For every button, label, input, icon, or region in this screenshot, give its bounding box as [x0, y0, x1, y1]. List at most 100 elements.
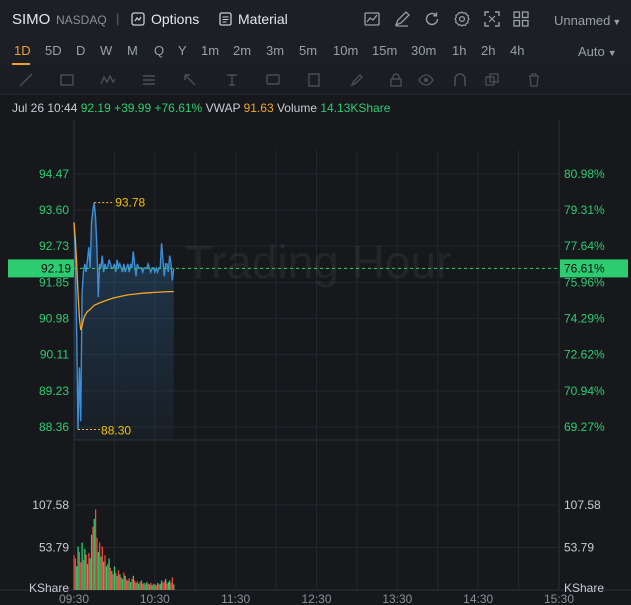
- volume-bar: [129, 582, 132, 590]
- layout-selector[interactable]: Unnamed ▼: [554, 13, 621, 28]
- period-tab-m[interactable]: M: [127, 43, 138, 58]
- volume-bar: [104, 555, 106, 590]
- volume-bar: [77, 546, 79, 590]
- options-icon: [131, 12, 145, 26]
- caret-down-icon: ▼: [612, 17, 622, 27]
- text-tool-icon[interactable]: [224, 72, 240, 88]
- material-icon: [219, 12, 232, 26]
- material-button[interactable]: Material: [219, 11, 288, 27]
- trash-icon[interactable]: [526, 72, 542, 88]
- draw-icon[interactable]: [393, 10, 411, 28]
- fullscreen-icon[interactable]: [483, 10, 501, 28]
- volume-bar: [98, 542, 101, 590]
- toolbar-divider: |: [116, 11, 120, 26]
- volume-bar: [100, 556, 102, 590]
- rectangle-tool-icon[interactable]: [59, 72, 75, 88]
- volume-tick-label-right: 53.79: [564, 541, 594, 555]
- volume-bar: [151, 585, 153, 590]
- volume-bar: [109, 567, 112, 590]
- period-tab-1m[interactable]: 1m: [201, 43, 219, 58]
- auto-scale-selector[interactable]: Auto ▼: [578, 44, 617, 59]
- pen-tool-icon[interactable]: [349, 72, 365, 88]
- volume-bar: [88, 552, 90, 590]
- time-tick-label: 15:30: [544, 592, 574, 605]
- period-tab-15m[interactable]: 15m: [372, 43, 397, 58]
- volume-bar: [173, 584, 175, 590]
- copy-icon[interactable]: [484, 72, 500, 88]
- quote-datetime: Jul 26 10:44: [12, 101, 78, 115]
- volume-bar: [159, 583, 161, 590]
- volume-bar: [156, 582, 159, 590]
- period-tab-q[interactable]: Q: [154, 43, 164, 58]
- pct-tick-label: 74.29%: [564, 312, 605, 326]
- period-tab-y[interactable]: Y: [178, 43, 187, 58]
- volume-bar: [119, 574, 121, 590]
- quote-price: 92.19: [80, 101, 111, 115]
- fib-tool-icon[interactable]: [141, 72, 157, 88]
- wave-tool-icon[interactable]: [100, 72, 116, 88]
- price-tick-label: 90.11: [40, 348, 69, 362]
- settings-icon[interactable]: [453, 10, 471, 28]
- period-tab-30m[interactable]: 30m: [411, 43, 436, 58]
- volume-bar: [123, 572, 125, 590]
- volume-bar: [134, 580, 136, 590]
- ruler-tool-icon[interactable]: [306, 72, 322, 88]
- volume-bar: [146, 582, 148, 590]
- volume-bar: [111, 571, 113, 590]
- volume-bar: [92, 526, 94, 590]
- chart-type-icon[interactable]: [363, 10, 381, 28]
- lock-icon[interactable]: [388, 72, 404, 88]
- volume-bar: [113, 566, 116, 590]
- price-tick-label: 92.73: [39, 239, 69, 253]
- period-tab-d[interactable]: D: [76, 43, 85, 58]
- refresh-icon[interactable]: [423, 10, 441, 28]
- drawing-toolbar: [0, 66, 631, 95]
- arrow-tool-icon[interactable]: [182, 72, 198, 88]
- period-tab-4h[interactable]: 4h: [510, 43, 524, 58]
- pct-tick-label: 72.62%: [564, 348, 605, 362]
- period-tab-5m[interactable]: 5m: [299, 43, 317, 58]
- magnet-icon[interactable]: [452, 72, 468, 88]
- volume-bar: [86, 563, 89, 590]
- price-chart[interactable]: Trading Hour 94.47 80.98% 93.60 79.31% 92.73…: [0, 120, 631, 605]
- price-area-fill: [74, 202, 174, 440]
- volume-bar: [84, 548, 86, 590]
- period-tab-w[interactable]: W: [100, 43, 112, 58]
- label-tool-icon[interactable]: [265, 72, 281, 88]
- volume-bar: [138, 583, 140, 590]
- volume-bar: [117, 570, 120, 590]
- volume-bar: [144, 584, 147, 590]
- period-tab-1h[interactable]: 1h: [452, 43, 466, 58]
- period-tab-1d[interactable]: 1D: [14, 43, 31, 58]
- eye-icon[interactable]: [418, 72, 434, 88]
- volume-tick-label-right: 107.58: [564, 498, 601, 512]
- pct-tick-label: 77.64%: [564, 239, 605, 253]
- volume-bar: [147, 583, 149, 590]
- quote-change: +39.99: [114, 101, 152, 115]
- price-tick-label: 94.47: [39, 167, 69, 181]
- volume-bar: [108, 558, 110, 590]
- options-button[interactable]: Options: [131, 11, 199, 27]
- vwap-value: 91.63: [243, 101, 274, 115]
- period-tabs: Auto ▼ 1D 5D D W M Q Y 1m 2m 3m 5m 10m 15m 30m 1h 2h 4h: [0, 38, 631, 66]
- volume-bar: [148, 584, 151, 590]
- volume-bar: [154, 584, 156, 590]
- volume-bar: [162, 582, 164, 590]
- period-tab-10m[interactable]: 10m: [333, 43, 358, 58]
- volume-bar: [96, 537, 98, 590]
- volume-bar: [169, 580, 171, 590]
- volume-bar: [128, 578, 130, 590]
- volume-value: 14.13KShare: [320, 101, 391, 115]
- line-tool-icon[interactable]: [18, 72, 34, 88]
- volume-bar: [152, 583, 155, 590]
- period-tab-2m[interactable]: 2m: [233, 43, 251, 58]
- current-pct-tag-label: 76.61%: [564, 261, 605, 275]
- volume-bar: [78, 552, 81, 590]
- period-tab-3m[interactable]: 3m: [266, 43, 284, 58]
- symbol-label[interactable]: SIMO: [12, 11, 50, 28]
- layout-icon[interactable]: [512, 10, 530, 28]
- period-tab-5d[interactable]: 5D: [45, 43, 62, 58]
- time-tick-label: 14:30: [463, 592, 493, 605]
- volume-bar: [105, 566, 108, 590]
- period-tab-2h[interactable]: 2h: [481, 43, 495, 58]
